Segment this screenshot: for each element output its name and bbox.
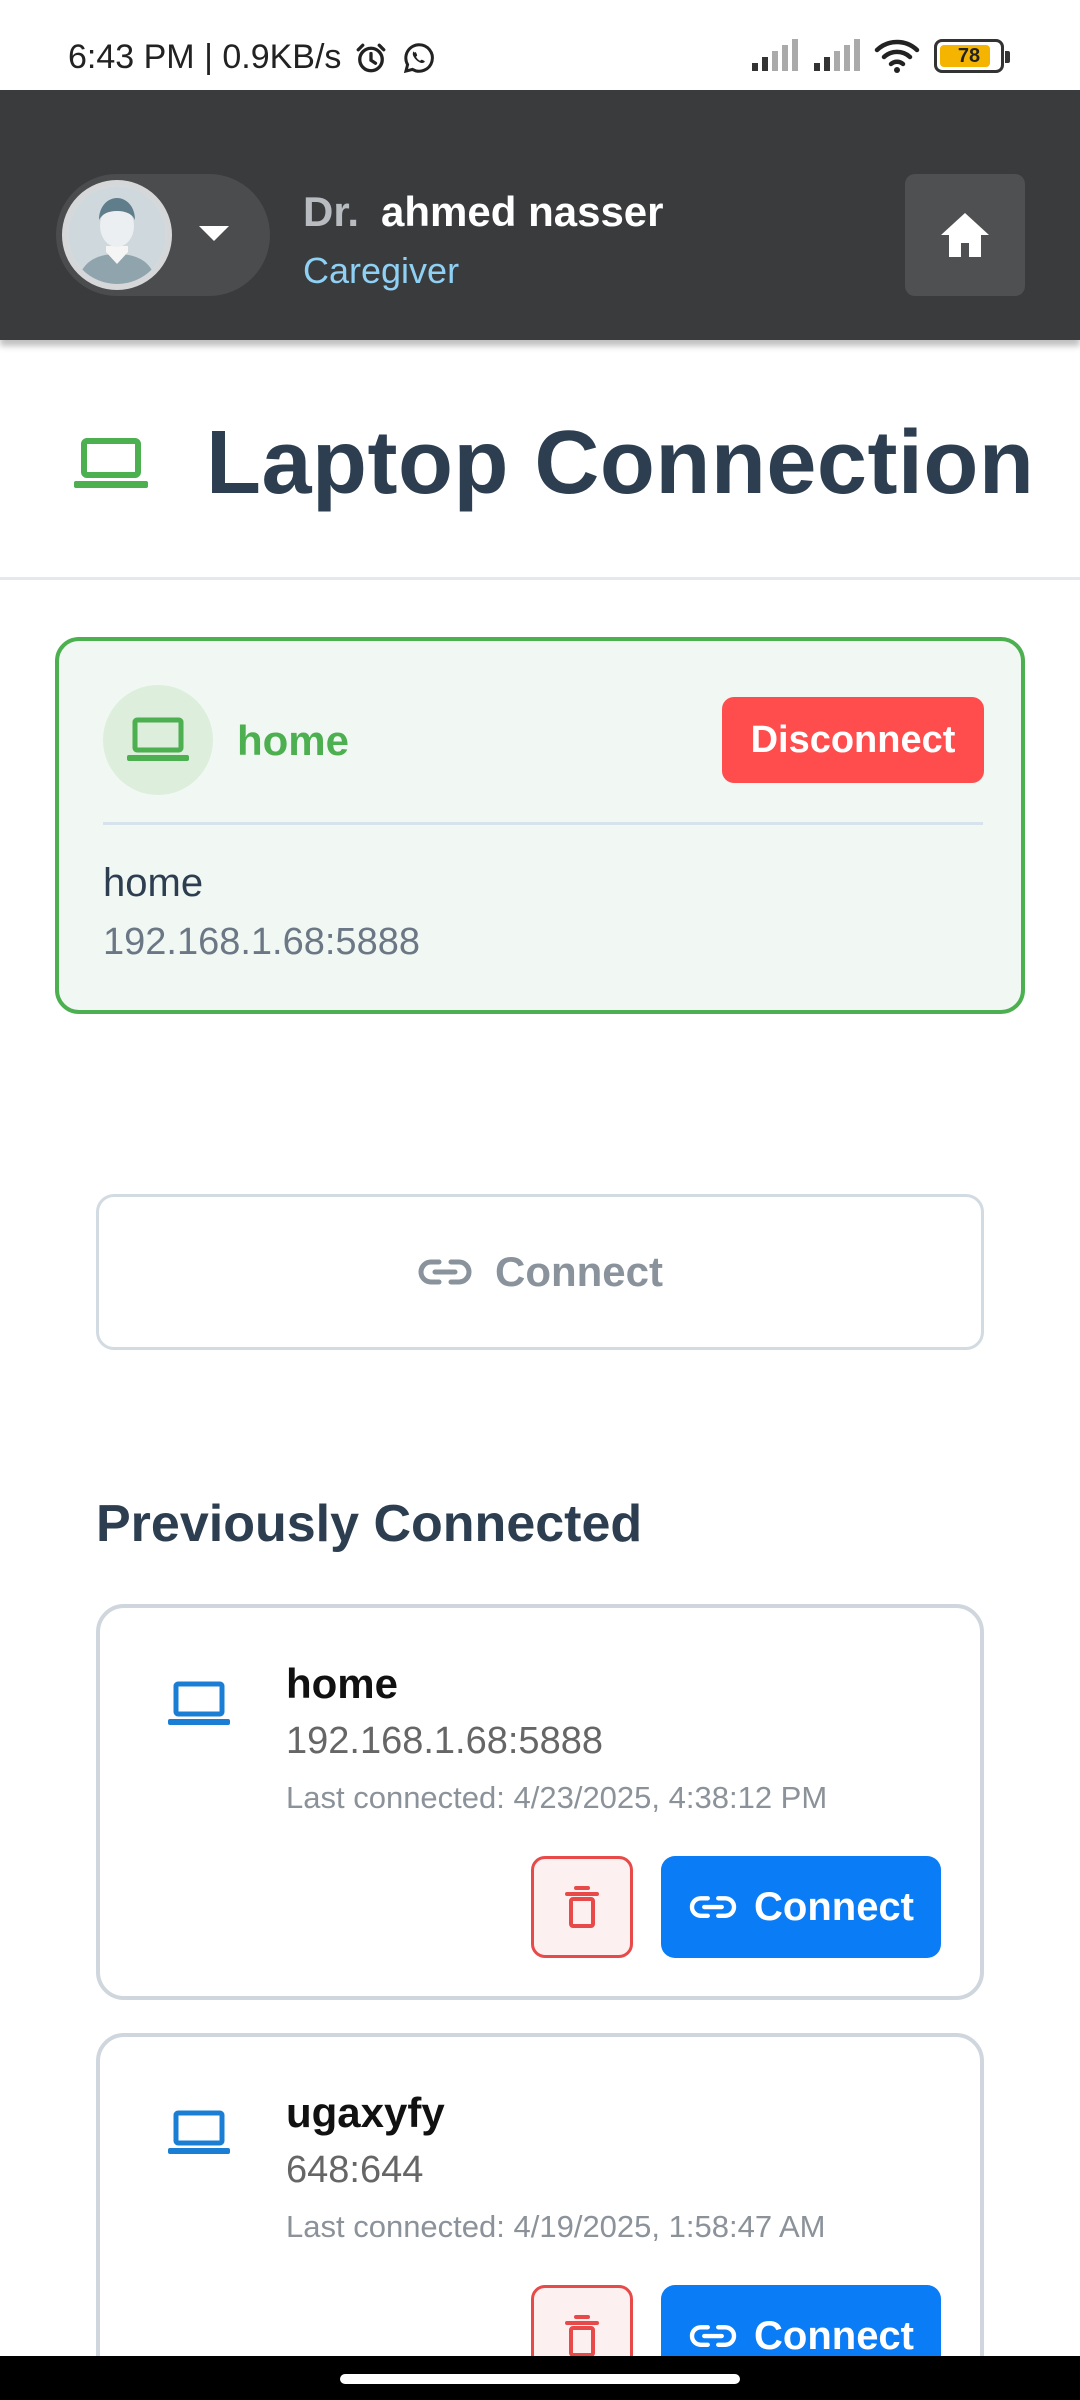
page-title-row: Laptop Connection [0,340,1080,580]
reconnect-button-label: Connect [754,2313,914,2358]
active-laptop-badge [103,685,213,795]
home-icon [941,213,989,257]
laptop-icon [168,1681,230,1725]
link-icon [418,1259,472,1285]
user-role: Caregiver [303,250,460,291]
divider [103,822,983,825]
laptop-icon [168,2110,230,2154]
connect-button-label: Connect [495,1248,663,1295]
gesture-handle[interactable] [340,2374,740,2384]
user-name: ahmed nasser [381,188,664,235]
active-connection-card: home Disconnect home 192.168.1.68:5888 [55,637,1025,1014]
previous-connection-last-connected: Last connected: 4/23/2025, 4:38:12 PM [286,1780,828,1815]
signal-icon [752,39,798,71]
page-title: Laptop Connection [206,413,1035,513]
reconnect-button[interactable]: Connect [661,1856,941,1958]
connect-button[interactable]: Connect [96,1194,984,1350]
previous-connection-last-connected: Last connected: 4/19/2025, 1:58:47 AM [286,2209,826,2244]
status-bar-left: 6:43 PM | 0.9KB/s [68,38,437,77]
reconnect-button-label: Connect [754,1884,914,1929]
app-header: Dr. ahmed nasser Caregiver [0,90,1080,340]
delete-button[interactable] [531,1856,633,1958]
home-button[interactable] [905,174,1025,296]
disconnect-button[interactable]: Disconnect [722,697,984,783]
previously-connected-heading: Previously Connected [96,1495,643,1553]
user-name-line: Dr. ahmed nasser [303,188,664,236]
link-icon [689,2325,737,2347]
previous-connection-name: home [286,1660,399,1707]
active-connection-host: home [103,861,204,905]
user-prefix: Dr. [303,188,360,235]
active-connection-name: home [237,717,350,764]
caret-down-icon [199,226,229,241]
status-bar-right: 78 [750,38,1010,74]
signal-icon [814,39,860,71]
previous-connection-card: home 192.168.1.68:5888 Last connected: 4… [96,1604,984,2000]
status-bar: 6:43 PM | 0.9KB/s 78 [0,0,1080,90]
profile-menu-button[interactable] [56,174,270,296]
link-icon [689,1896,737,1918]
active-connection-address: 192.168.1.68:5888 [103,921,420,963]
laptop-icon [127,717,189,761]
whatsapp-icon [404,42,435,73]
laptop-icon [74,438,148,488]
battery-level: 78 [957,44,981,67]
battery-indicator: 78 [934,39,1010,73]
alarm-icon [357,43,386,72]
status-time: 6:43 PM | 0.9KB/s [68,38,342,76]
previous-connection-address: 192.168.1.68:5888 [286,1720,603,1762]
previous-connection-name: ugaxyfy [286,2089,445,2136]
wifi-icon [874,39,920,73]
system-nav-bar [0,2356,1080,2400]
user-avatar-icon [62,180,172,290]
previous-connection-card: ugaxyfy 648:644 Last connected: 4/19/202… [96,2033,984,2400]
trash-icon [565,1886,599,1928]
previous-connection-address: 648:644 [286,2149,424,2191]
trash-icon [565,2315,599,2357]
user-info: Dr. ahmed nasser Caregiver [303,188,664,292]
